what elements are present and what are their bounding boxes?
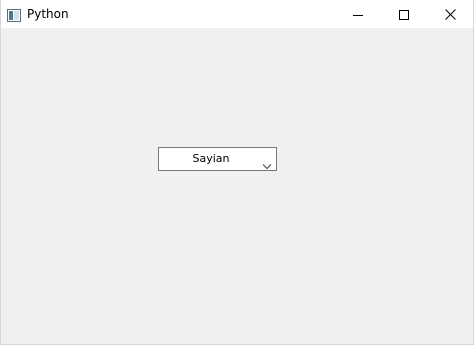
minimize-button[interactable] [335,0,381,28]
python-app-icon[interactable] [7,7,21,22]
close-icon [444,5,456,24]
combobox[interactable]: Sayian [158,147,277,171]
window-title: Python [27,7,69,21]
maximize-button[interactable] [381,0,427,28]
combobox-selected-value: Sayian [192,152,230,165]
minimize-icon [353,5,363,24]
maximize-icon [399,5,409,24]
app-window: Python Sayian [0,0,474,345]
title-bar[interactable]: Python [1,0,473,28]
close-button[interactable] [427,0,473,28]
chevron-down-icon[interactable] [262,155,272,170]
